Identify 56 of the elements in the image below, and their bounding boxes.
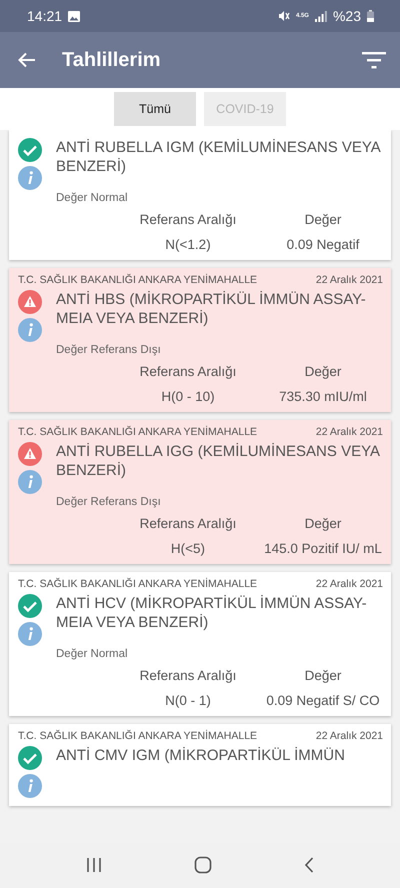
table-cell: 0.09 Negatif S/ CO	[266, 693, 380, 708]
institution-name: T.C. SAĞLIK BAKANLIĞI ANKARA YENİMAHALLE	[18, 578, 258, 590]
result-card[interactable]: T.C. SAĞLIK BAKANLIĞI ANKARA YENİMAHALLE 22 Aralık 2021 ANTİ RUBELLA IGG (KEMİLUMİNESANS VEYA BENZERİ) Değer Referans Dışı Referans Aralığı Değer H(<5) 145.0 Pozitif IU/ mL	[9, 420, 391, 564]
result-card[interactable]: ANTİ RUBELLA IGM (KEMİLUMİNESANS VEYA BENZERİ) Değer Normal Referans Aralığı Değer N(<1.2) 0.09 Negatif	[9, 130, 391, 260]
column-header: Değer	[304, 668, 342, 683]
check-icon	[18, 594, 42, 618]
result-date: 22 Aralık 2021	[316, 730, 383, 742]
table-cell: H(0 - 10)	[161, 389, 215, 404]
institution-name: T.C. SAĞLIK BAKANLIĞI ANKARA YENİMAHALLE	[18, 426, 258, 438]
test-name: ANTİ HBS (MİKROPARTİKÜL İMMÜN ASSAY-MEIA VEYA BENZERİ)	[56, 290, 367, 329]
table-cell: N(0 - 1)	[165, 693, 211, 708]
column-header: Referans Aralığı	[140, 668, 236, 683]
result-date: 22 Aralık 2021	[316, 274, 383, 286]
table-cell: 0.09 Negatif	[286, 237, 360, 252]
image-icon	[68, 10, 80, 22]
column-header: Referans Aralığı	[140, 364, 236, 379]
institution-name: T.C. SAĞLIK BAKANLIĞI ANKARA YENİMAHALLE	[18, 730, 258, 742]
signal-icon	[314, 10, 327, 22]
screen-title: Tahlillerim	[62, 48, 162, 72]
warning-icon	[18, 290, 42, 314]
filter-icon[interactable]	[362, 51, 386, 69]
test-name: ANTİ HCV (MİKROPARTİKÜL İMMÜN ASSAY-MEIA VEYA BENZERİ)	[56, 594, 368, 633]
check-icon	[18, 138, 42, 162]
test-name: ANTİ RUBELLA IGG (KEMİLUMİNESANS VEYA BENZERİ)	[56, 442, 381, 481]
result-card[interactable]: T.C. SAĞLIK BAKANLIĞI ANKARA YENİMAHALLE 22 Aralık 2021 ANTİ HBS (MİKROPARTİKÜL İMMÜN ASSAY-MEIA VEYA BENZERİ) Değer Referans Dışı Referans Aralığı Değer H(0 - 10) 735.30 mIU/ml	[9, 268, 391, 412]
column-header: Değer	[304, 364, 342, 379]
result-date: 22 Aralık 2021	[316, 426, 383, 438]
result-status: Değer Referans Dışı	[56, 496, 162, 508]
mute-icon	[278, 10, 290, 22]
result-status: Değer Normal	[56, 648, 129, 660]
battery-level: %23	[332, 8, 361, 24]
test-name: ANTİ CMV IGM (MİKROPARTİKÜL İMMÜN	[56, 746, 345, 766]
table-cell: H(<5)	[170, 541, 206, 556]
column-header: Referans Aralığı	[140, 212, 236, 227]
result-card[interactable]: T.C. SAĞLIK BAKANLIĞI ANKARA YENİMAHALLE 22 Aralık 2021 ANTİ CMV IGM (MİKROPARTİKÜL İMMÜN	[9, 724, 391, 806]
column-header: Değer	[304, 516, 342, 531]
result-status: Değer Normal	[56, 192, 129, 204]
institution-name: T.C. SAĞLIK BAKANLIĞI ANKARA YENİMAHALLE	[18, 274, 258, 286]
battery-icon	[367, 10, 374, 22]
table-cell: 145.0 Pozitif IU/ mL	[264, 541, 382, 556]
result-card[interactable]: T.C. SAĞLIK BAKANLIĞI ANKARA YENİMAHALLE 22 Aralık 2021 ANTİ HCV (MİKROPARTİKÜL İMMÜN ASSAY-MEIA VEYA BENZERİ) Değer Normal Referans Aralığı Değer N(0 - 1) 0.09 Negatif S/ CO	[9, 572, 391, 716]
recent-apps-icon[interactable]	[86, 857, 102, 873]
result-date: 22 Aralık 2021	[316, 578, 383, 590]
back-arrow-icon[interactable]	[18, 52, 36, 68]
home-icon[interactable]	[194, 856, 212, 874]
result-status: Değer Referans Dışı	[56, 344, 162, 356]
test-name: ANTİ RUBELLA IGM (KEMİLUMİNESANS VEYA BENZERİ)	[56, 138, 382, 177]
check-icon	[18, 746, 42, 770]
table-cell: 735.30 mIU/ml	[279, 389, 367, 404]
back-icon[interactable]	[304, 857, 314, 873]
table-cell: N(<1.2)	[165, 237, 211, 252]
filter-tab[interactable]: Tümü	[114, 92, 196, 126]
column-header: Değer	[304, 212, 342, 227]
warning-icon	[18, 442, 42, 466]
column-header: Referans Aralığı	[140, 516, 236, 531]
clock: 14:21	[27, 8, 62, 24]
